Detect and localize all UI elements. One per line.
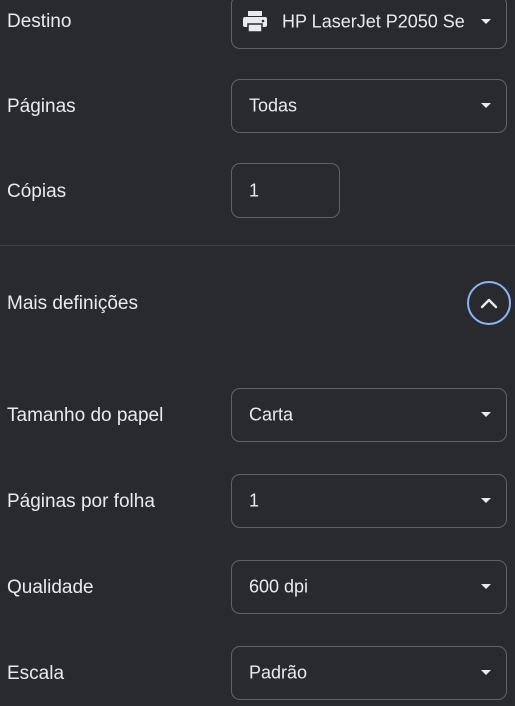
- quality-select[interactable]: 600 dpi: [231, 560, 507, 614]
- quality-label: Qualidade: [7, 577, 94, 598]
- copies-label: Cópias: [7, 181, 67, 202]
- paper-size-select[interactable]: Carta: [231, 388, 507, 442]
- chevron-down-icon: [481, 19, 491, 24]
- pages-value: Todas: [249, 95, 298, 116]
- pages-select[interactable]: Todas: [231, 79, 507, 133]
- pages-per-sheet-label: Páginas por folha: [7, 491, 155, 512]
- destination-label: Destino: [7, 11, 72, 32]
- destination-select[interactable]: HP LaserJet P2050 Se: [231, 0, 507, 49]
- pages-per-sheet-select[interactable]: 1: [231, 474, 507, 528]
- copies-input[interactable]: 1: [231, 163, 340, 218]
- destination-value: HP LaserJet P2050 Se: [282, 11, 465, 32]
- printer-icon: [243, 11, 267, 33]
- section-divider: [0, 245, 515, 246]
- pages-per-sheet-value: 1: [249, 490, 260, 511]
- scale-value: Padrão: [249, 662, 308, 683]
- chevron-down-icon: [481, 670, 491, 675]
- paper-size-value: Carta: [249, 404, 294, 425]
- chevron-down-icon: [481, 412, 491, 417]
- copies-value: 1: [249, 180, 260, 200]
- chevron-down-icon: [481, 498, 491, 503]
- chevron-up-icon: [480, 298, 498, 309]
- more-settings-label: Mais definições: [7, 293, 138, 314]
- print-settings-panel: Destino HP LaserJet P2050 Se Páginas Tod…: [0, 0, 515, 706]
- pages-label: Páginas: [7, 96, 76, 117]
- scale-label: Escala: [7, 663, 65, 684]
- quality-value: 600 dpi: [249, 576, 309, 597]
- more-settings-toggle-button[interactable]: [467, 281, 511, 325]
- paper-size-label: Tamanho do papel: [7, 405, 164, 426]
- scale-select[interactable]: Padrão: [231, 646, 507, 700]
- chevron-down-icon: [481, 103, 491, 108]
- chevron-down-icon: [481, 584, 491, 589]
